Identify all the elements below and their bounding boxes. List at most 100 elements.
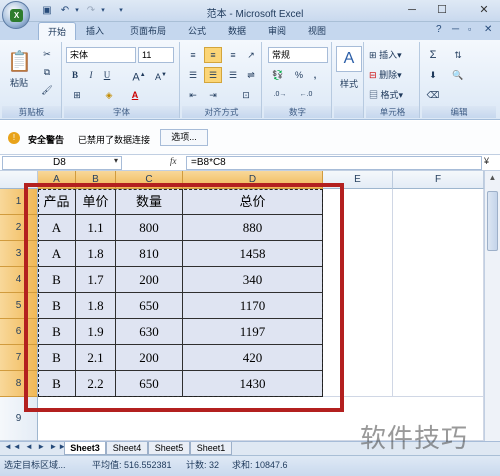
sort-filter-icon[interactable]: ⇅ bbox=[448, 47, 468, 63]
table-header-cell[interactable]: 数量 bbox=[116, 189, 183, 215]
table-cell[interactable]: 800 bbox=[116, 215, 183, 241]
table-cell[interactable]: B bbox=[38, 267, 76, 293]
align-center-icon[interactable]: ☰ bbox=[204, 67, 222, 83]
column-header-e[interactable]: E bbox=[323, 171, 393, 189]
copy-icon[interactable]: ⧉ bbox=[38, 64, 56, 80]
table-cell[interactable]: 1.1 bbox=[76, 215, 116, 241]
column-header-c[interactable]: C bbox=[116, 171, 183, 189]
row-header-2[interactable]: 2 bbox=[0, 215, 38, 241]
table-cell[interactable]: 1458 bbox=[183, 241, 323, 267]
tab-insert[interactable]: 插入 bbox=[78, 22, 112, 40]
column-header-a[interactable]: A bbox=[38, 171, 76, 189]
tab-page-layout[interactable]: 页面布局 bbox=[122, 22, 174, 40]
column-header-d[interactable]: D bbox=[183, 171, 323, 189]
wrap-text-icon[interactable]: ⇌ bbox=[242, 67, 260, 83]
table-cell[interactable]: B bbox=[38, 345, 76, 371]
align-left-icon[interactable]: ☰ bbox=[184, 67, 202, 83]
autosum-button[interactable]: Σ bbox=[424, 47, 442, 63]
table-cell[interactable]: A bbox=[38, 215, 76, 241]
increase-decimal-icon[interactable]: .0→ bbox=[268, 87, 292, 103]
table-cell[interactable]: 650 bbox=[116, 293, 183, 319]
undo-dropdown-icon[interactable]: ▾ bbox=[70, 4, 84, 18]
row-header-8[interactable]: 8 bbox=[0, 371, 38, 397]
row-header-1[interactable]: 1 bbox=[0, 189, 38, 215]
delete-cells-button[interactable]: ⊟ 删除▾ bbox=[368, 67, 418, 83]
decrease-indent-icon[interactable]: ⇤ bbox=[184, 87, 202, 103]
table-cell[interactable]: 2.2 bbox=[76, 371, 116, 397]
name-box[interactable]: D8 bbox=[2, 156, 122, 170]
styles-icon[interactable]: A bbox=[336, 46, 362, 72]
font-size-field[interactable]: 11 bbox=[138, 47, 174, 63]
decrease-font-icon[interactable]: A▼ bbox=[152, 67, 170, 83]
comma-button[interactable]: , bbox=[308, 67, 322, 83]
align-middle-icon[interactable]: ≡ bbox=[204, 47, 222, 63]
table-header-cell[interactable]: 单价 bbox=[76, 189, 116, 215]
save-icon[interactable]: ▣ bbox=[40, 4, 54, 18]
table-cell[interactable]: 200 bbox=[116, 267, 183, 293]
table-cell[interactable]: 650 bbox=[116, 371, 183, 397]
increase-font-icon[interactable]: A▲ bbox=[130, 67, 148, 84]
table-cell[interactable]: 1.9 bbox=[76, 319, 116, 345]
tab-data[interactable]: 数据 bbox=[220, 22, 254, 40]
styles-button[interactable]: 样式 bbox=[334, 76, 364, 92]
column-header-f[interactable]: F bbox=[393, 171, 484, 189]
sheet-tab-sheet3[interactable]: Sheet3 bbox=[64, 442, 106, 455]
scroll-up-icon[interactable]: ▲ bbox=[487, 173, 498, 185]
empty-cells-f[interactable] bbox=[393, 189, 484, 397]
table-cell[interactable]: 200 bbox=[116, 345, 183, 371]
column-header-b[interactable]: B bbox=[76, 171, 116, 189]
security-options-button[interactable]: 选项... bbox=[160, 129, 208, 146]
align-top-icon[interactable]: ≡ bbox=[184, 47, 202, 63]
table-cell[interactable]: B bbox=[38, 371, 76, 397]
find-select-icon[interactable]: 🔍 bbox=[448, 67, 468, 83]
maximize-button[interactable]: ☐ bbox=[430, 2, 454, 19]
table-cell[interactable]: 1.8 bbox=[76, 293, 116, 319]
fill-icon[interactable]: ⬇ bbox=[424, 67, 442, 83]
scroll-thumb[interactable] bbox=[487, 191, 498, 251]
row-header-6[interactable]: 6 bbox=[0, 319, 38, 345]
row-header-3[interactable]: 3 bbox=[0, 241, 38, 267]
worksheet-grid[interactable]: A B C D E F 1 2 3 4 5 6 7 8 9 产品 单价 数量 总… bbox=[0, 171, 500, 441]
cut-icon[interactable]: ✂ bbox=[38, 46, 56, 62]
minimize-button[interactable]: ─ bbox=[400, 2, 424, 19]
tab-view[interactable]: 视图 bbox=[300, 22, 334, 40]
select-all-button[interactable] bbox=[0, 171, 38, 189]
close-button[interactable]: ✕ bbox=[470, 2, 498, 19]
table-cell[interactable]: B bbox=[38, 319, 76, 345]
font-color-icon[interactable]: A bbox=[124, 87, 146, 103]
insert-function-button[interactable]: fx bbox=[170, 156, 177, 166]
insert-cells-button[interactable]: ⊞ 插入▾ bbox=[368, 47, 418, 63]
table-header-cell[interactable]: 总价 bbox=[183, 189, 323, 215]
align-bottom-icon[interactable]: ≡ bbox=[224, 47, 242, 63]
table-cell[interactable]: B bbox=[38, 293, 76, 319]
increase-indent-icon[interactable]: ⇥ bbox=[204, 87, 222, 103]
table-header-cell[interactable]: 产品 bbox=[38, 189, 76, 215]
ribbon-close-icon[interactable]: ✕ bbox=[484, 24, 492, 35]
format-cells-button[interactable]: ▤ 格式▾ bbox=[368, 87, 418, 103]
table-cell[interactable]: 420 bbox=[183, 345, 323, 371]
text-orientation-icon[interactable]: ↗ bbox=[242, 47, 260, 63]
help-icon[interactable]: ? bbox=[436, 24, 442, 35]
ribbon-restore-icon[interactable]: ▫ bbox=[468, 24, 471, 34]
bold-button[interactable]: B bbox=[68, 67, 82, 83]
paste-button[interactable]: 粘贴 bbox=[4, 76, 34, 90]
formula-input[interactable]: =B8*C8 bbox=[186, 156, 482, 170]
table-cell[interactable]: 1.7 bbox=[76, 267, 116, 293]
tab-review[interactable]: 审阅 bbox=[260, 22, 294, 40]
sheet-tab-sheet1[interactable]: Sheet1 bbox=[190, 442, 232, 455]
table-cell[interactable]: A bbox=[38, 241, 76, 267]
customize-qat-icon[interactable]: ▾ bbox=[114, 4, 128, 18]
table-cell[interactable]: 1170 bbox=[183, 293, 323, 319]
percent-button[interactable]: % bbox=[292, 67, 306, 83]
fill-color-icon[interactable]: ◈ bbox=[98, 87, 120, 103]
number-format-field[interactable]: 常规 bbox=[268, 47, 328, 63]
table-cell[interactable]: 1197 bbox=[183, 319, 323, 345]
format-painter-icon[interactable]: 🖌 bbox=[38, 82, 56, 98]
align-right-icon[interactable]: ☰ bbox=[224, 67, 242, 83]
table-cell[interactable]: 810 bbox=[116, 241, 183, 267]
currency-icon[interactable]: 💱 bbox=[268, 67, 288, 83]
ribbon-minimize-icon[interactable]: ─ bbox=[452, 24, 459, 35]
table-cell[interactable]: 630 bbox=[116, 319, 183, 345]
row-header-9[interactable]: 9 bbox=[0, 397, 38, 441]
decrease-decimal-icon[interactable]: ←.0 bbox=[294, 87, 318, 103]
